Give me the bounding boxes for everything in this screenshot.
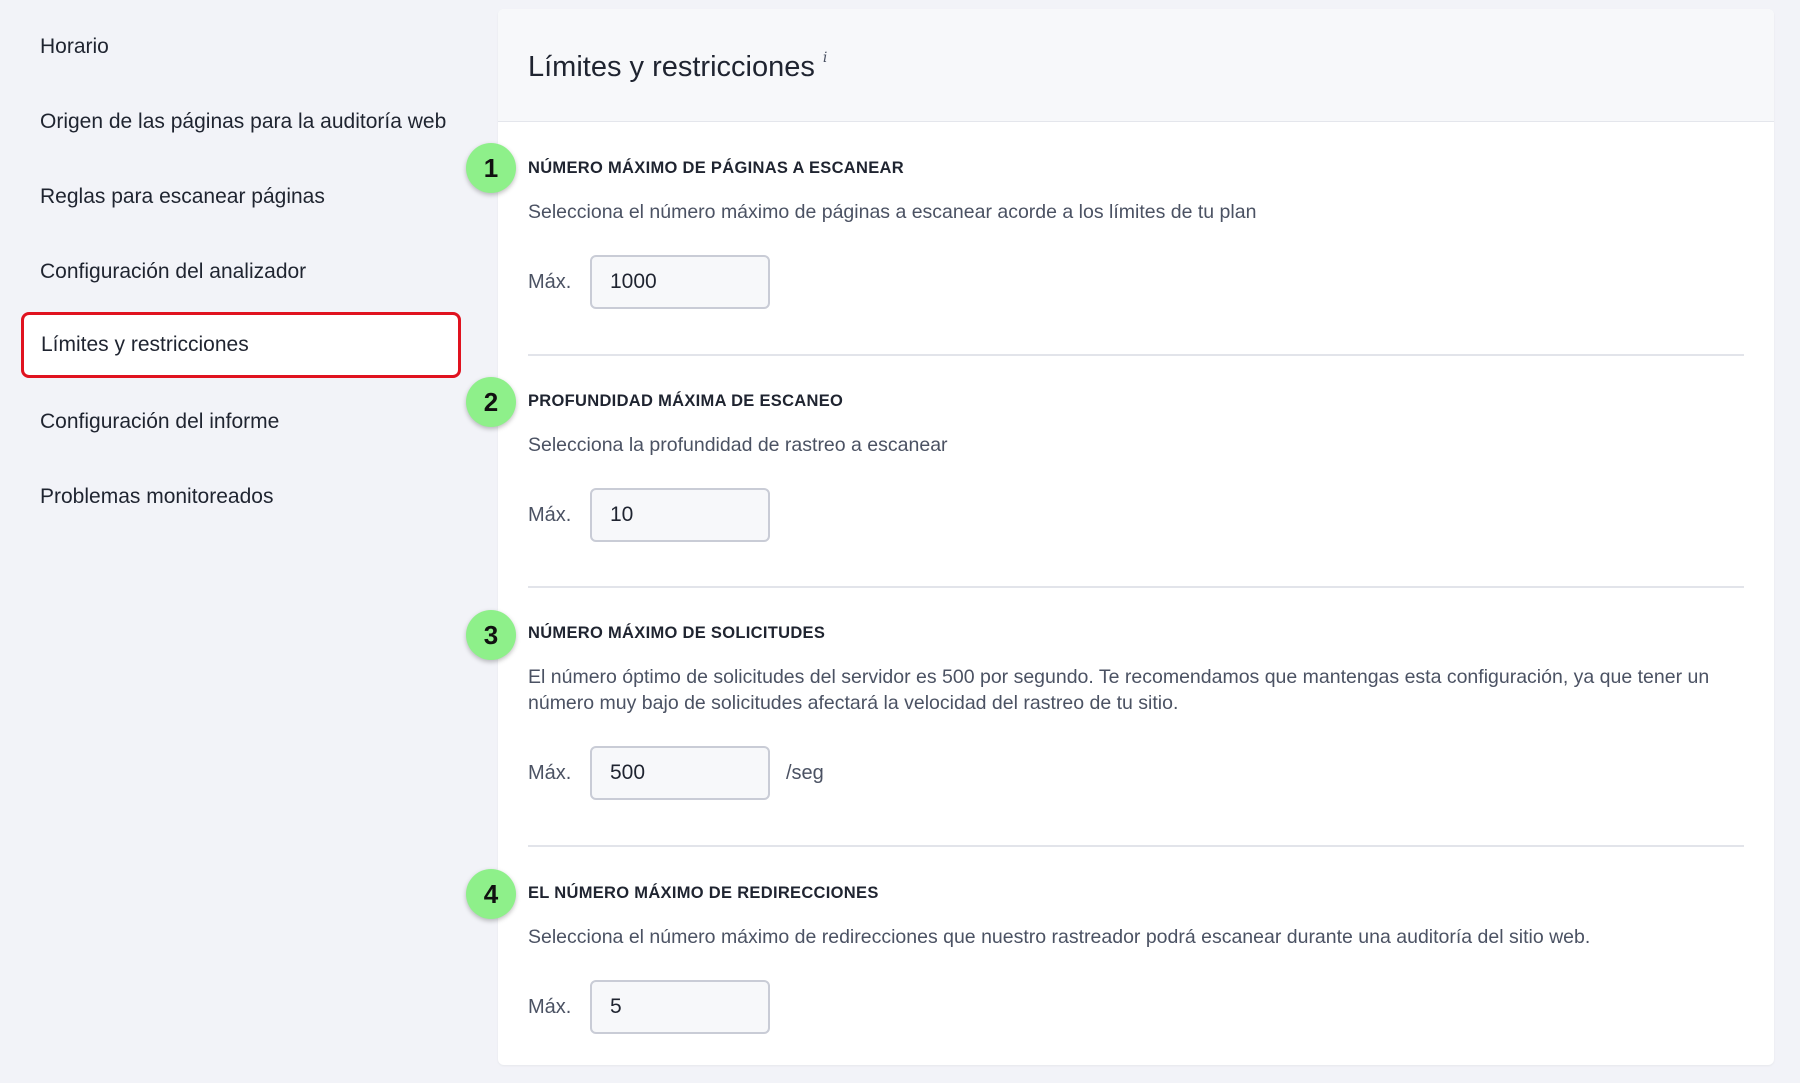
sidebar-item-label: Límites y restricciones	[41, 333, 249, 356]
field-label: Máx.	[528, 271, 572, 293]
section-description: Selecciona la profundidad de rastreo a e…	[528, 434, 948, 456]
sidebar-item-crawl-rules[interactable]: Reglas para escanear páginas	[40, 183, 325, 211]
page-title-text: Límites y restricciones	[528, 51, 815, 83]
sidebar-item-page-source[interactable]: Origen de las páginas para la auditoría …	[40, 108, 446, 136]
section-title: NÚMERO MÁXIMO DE PÁGINAS A ESCANEAR	[528, 159, 904, 177]
max-redirects-input[interactable]	[590, 980, 770, 1034]
step-badge-3: 3	[466, 610, 516, 660]
section-description: Selecciona el número máximo de redirecci…	[528, 926, 1591, 948]
page-title: Límites y restricciones i	[528, 49, 827, 90]
section-description: El número óptimo de solicitudes del serv…	[528, 666, 1710, 714]
max-pages-input[interactable]	[590, 255, 770, 309]
section-description: Selecciona el número máximo de páginas a…	[528, 201, 1257, 223]
step-badge-2: 2	[466, 377, 516, 427]
section-title: PROFUNDIDAD MÁXIMA DE ESCANEO	[528, 392, 844, 410]
section-divider	[528, 354, 1744, 356]
step-badge-1: 1	[466, 143, 516, 193]
max-depth-input[interactable]	[590, 488, 770, 542]
field-label: Máx.	[528, 504, 572, 526]
section-divider	[528, 845, 1744, 847]
step-badge-4: 4	[466, 869, 516, 919]
sidebar-item-schedule[interactable]: Horario	[40, 33, 109, 61]
section-title: NÚMERO MÁXIMO DE SOLICITUDES	[528, 624, 826, 642]
section-title: EL NÚMERO MÁXIMO DE REDIRECCIONES	[528, 884, 879, 902]
field-label: Máx.	[528, 996, 572, 1018]
field-label: Máx.	[528, 762, 572, 784]
sidebar-item-limits-active[interactable]: Límites y restricciones	[21, 312, 461, 378]
per-second-unit: /seg	[786, 762, 824, 784]
section-divider	[528, 586, 1744, 588]
sidebar-item-report-settings[interactable]: Configuración del informe	[40, 408, 279, 436]
panel-header: Límites y restricciones i	[498, 9, 1774, 122]
max-requests-input[interactable]	[590, 746, 770, 800]
info-icon[interactable]: i	[823, 50, 827, 66]
settings-panel: Límites y restricciones i NÚMERO MÁXIMO D…	[498, 9, 1774, 1065]
sidebar-item-crawler-settings[interactable]: Configuración del analizador	[40, 258, 306, 286]
sidebar-item-monitored-issues[interactable]: Problemas monitoreados	[40, 483, 273, 511]
settings-sidebar: Horario Origen de las páginas para la au…	[0, 0, 470, 1083]
